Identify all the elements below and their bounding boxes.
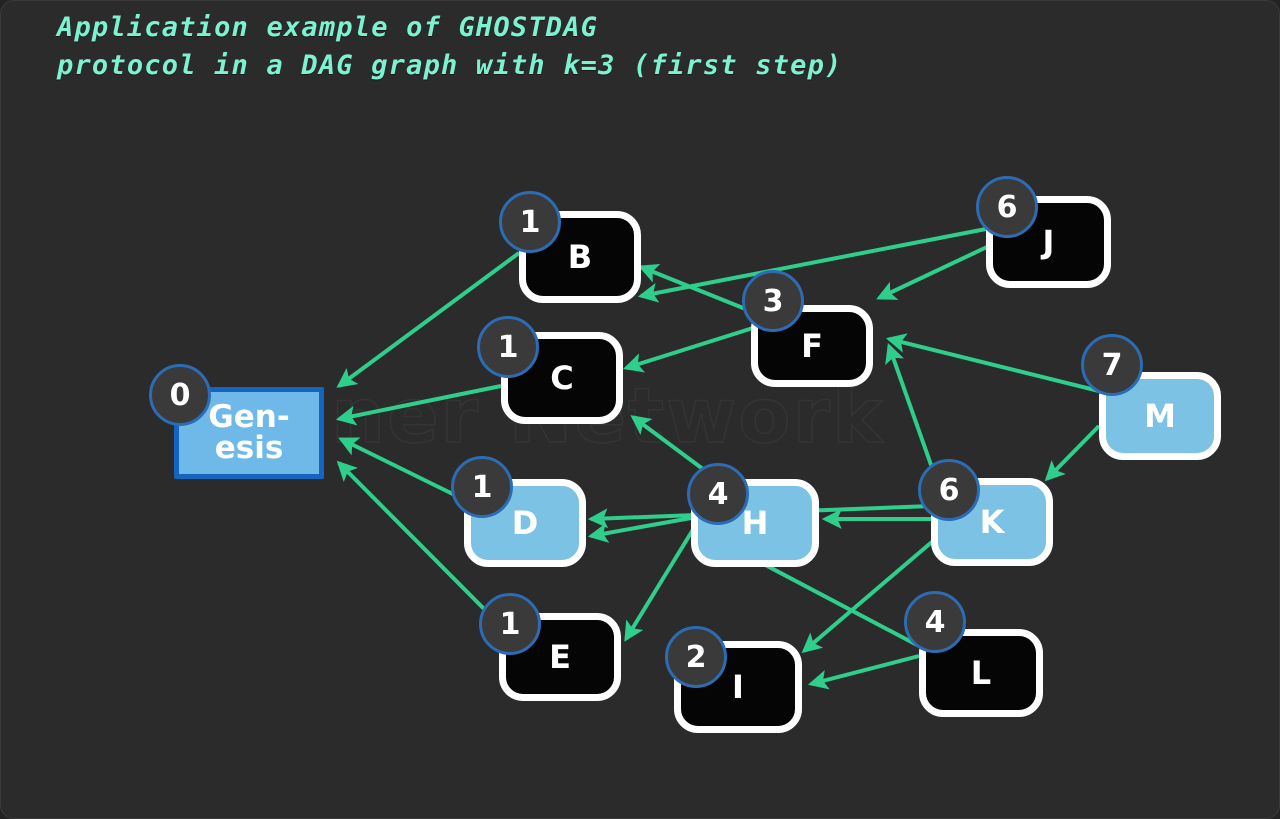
score-badge-value: 4 [707, 476, 729, 512]
edge-d-to-genesis [338, 437, 468, 503]
score-badge-d: 1 [451, 456, 513, 518]
score-badge-f: 3 [742, 270, 804, 332]
score-badge-e: 1 [479, 593, 541, 655]
score-badge-value: 1 [497, 329, 519, 365]
diagram-canvas: Application example of GHOSTDAG protocol… [0, 0, 1280, 819]
edge-h-to-d [587, 516, 692, 543]
score-badge-i: 2 [665, 626, 727, 688]
score-badge-value: 6 [996, 189, 1018, 225]
score-badge-j: 6 [976, 176, 1038, 238]
node-label-c: C [550, 359, 574, 397]
score-badge-value: 6 [938, 472, 960, 508]
edge-m-to-f [885, 333, 1100, 393]
score-badge-value: 2 [685, 639, 707, 675]
score-badge-genesis: 0 [149, 364, 211, 426]
node-label-f: F [801, 327, 823, 365]
score-badge-b: 1 [499, 191, 561, 253]
node-label-l: L [970, 654, 992, 692]
node-label-d: D [511, 504, 539, 542]
node-label-k: K [979, 503, 1005, 541]
score-badge-h: 4 [687, 463, 749, 525]
score-badge-value: 7 [1101, 347, 1123, 383]
edge-j-to-f [876, 244, 990, 300]
edge-f-to-b [638, 263, 754, 314]
score-badge-value: 1 [499, 606, 521, 642]
edge-f-to-c [622, 326, 754, 373]
score-badge-value: 4 [924, 604, 946, 640]
score-badge-value: 0 [169, 377, 191, 413]
edge-j-to-b [637, 227, 987, 303]
node-label-m: M [1144, 397, 1176, 435]
edge-k-to-f [885, 342, 938, 480]
node-label-j: J [1042, 223, 1055, 261]
node-label-i: I [732, 668, 744, 706]
node-label-b: B [567, 238, 593, 276]
score-badge-m: 7 [1081, 334, 1143, 396]
score-badge-value: 1 [519, 204, 541, 240]
edge-h-to-e [624, 526, 696, 642]
node-label-e: E [549, 638, 571, 676]
node-label-genesis: Gen- esis [208, 399, 290, 466]
edge-l-to-i [807, 654, 920, 690]
score-badge-l: 4 [904, 591, 966, 653]
score-badge-value: 3 [762, 283, 784, 319]
edge-m-to-k [1044, 424, 1101, 482]
node-label-h: H [741, 504, 769, 542]
edge-c-to-genesis [335, 384, 502, 426]
score-badge-c: 1 [477, 316, 539, 378]
score-badge-value: 1 [471, 469, 493, 505]
score-badge-k: 6 [918, 459, 980, 521]
